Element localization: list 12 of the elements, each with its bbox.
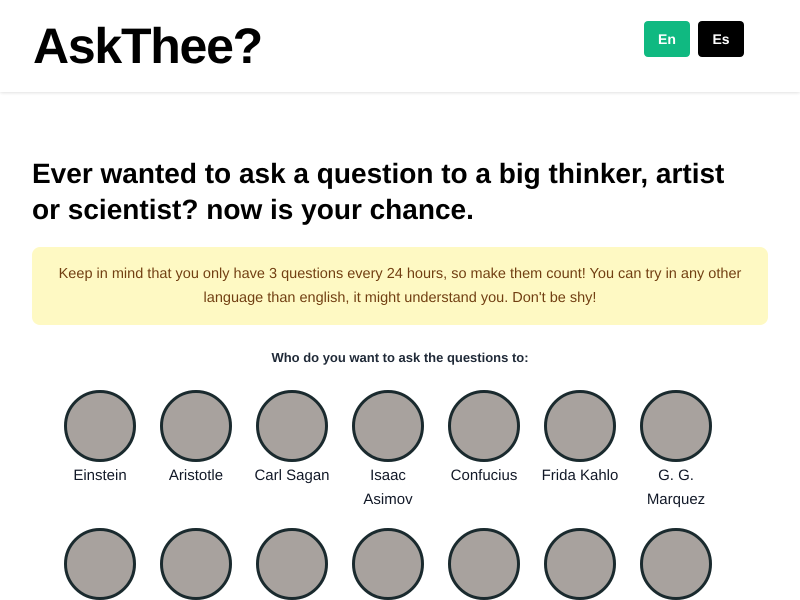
person-name[interactable]: G. G. Marquez (634, 464, 718, 512)
person-name[interactable]: Confucius (442, 464, 526, 488)
person-name[interactable]: Frida Kahlo (538, 464, 622, 488)
app-title: AskThee? (33, 21, 262, 71)
person-name[interactable]: Einstein (58, 464, 142, 488)
person-name[interactable]: Aristotle (154, 464, 238, 488)
prompt-text: Who do you want to ask the questions to: (270, 349, 530, 367)
language-button[interactable]: Es (698, 21, 744, 57)
person-name[interactable]: Carl Sagan (250, 464, 334, 488)
notice-banner: Keep in mind that you only have 3 questions every 24 hours, so make them count! You can try in any other language than english, it might understand you. Don't be shy! (32, 247, 768, 325)
headline: Ever wanted to ask a question to a big thinker, artist or scientist? now is your chance. (32, 157, 726, 227)
person-name[interactable]: Isaac Asimov (346, 464, 430, 512)
